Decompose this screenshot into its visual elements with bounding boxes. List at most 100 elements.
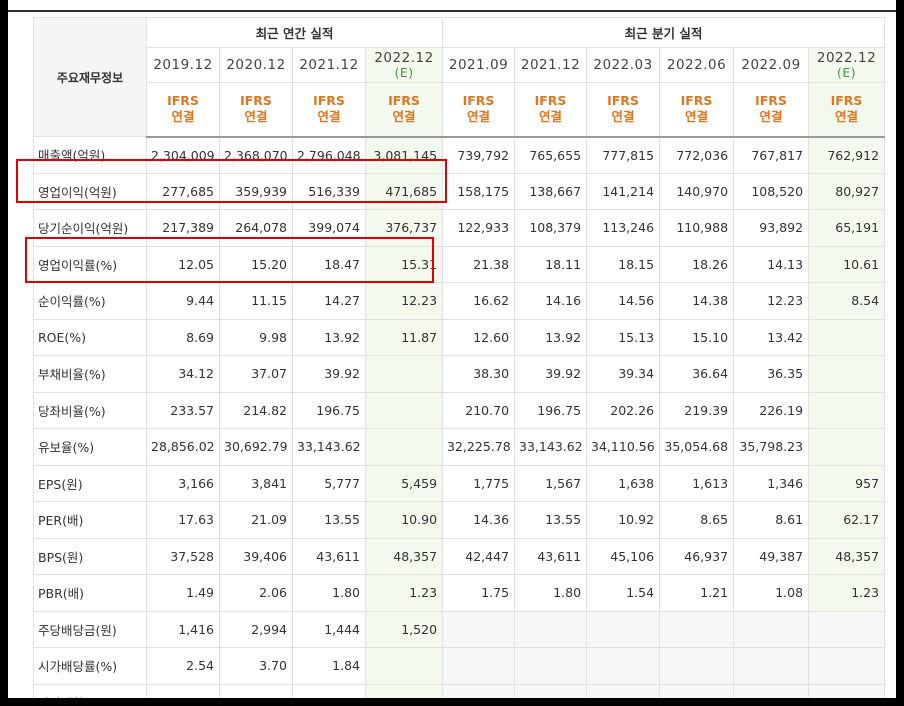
table-cell: 767,817 [733,136,810,174]
table-cell: 1.80 [292,574,366,612]
row-label: 당좌비율(%) [33,391,147,429]
period-header: 2019.12 [146,47,220,83]
table-cell: 43,611 [514,537,588,575]
accounting-standard-header: IFRS 연결 [292,82,366,138]
table-cell: 14.27 [292,282,366,320]
consolidated-label: 연결 [171,109,195,125]
period-header: 2021.09 [442,47,516,83]
estimate-marker: (E) [836,65,857,80]
period-header: 2022.12 (E) [364,47,444,83]
ifrs-label: IFRS [313,93,345,109]
accounting-standard-header: IFRS 연결 [514,82,588,138]
table-cell: 14.56 [586,282,661,320]
period-date: 2021.12 [520,57,581,73]
table-cell: 1,775 [442,464,516,502]
table-cell: 42,447 [442,537,516,575]
table-cell: 1.80 [514,574,588,612]
table-cell: 46,937 [659,537,735,575]
table-cell [586,647,661,685]
accounting-standard-header: IFRS 연결 [733,82,810,138]
table-cell: 17.63 [146,501,220,539]
table-cell: 32,225.78 [442,428,516,466]
table-cell: 3,166 [146,464,220,502]
accounting-standard-header: IFRS 연결 [364,82,444,138]
table-cell: 10.92 [586,501,661,539]
period-header: 2020.12 [219,47,293,83]
period-date: 2022.09 [741,57,801,73]
estimate-marker: (E) [394,65,414,80]
table-cell: 1.23 [808,574,886,612]
table-cell: 113,246 [586,209,661,247]
table-cell [442,683,516,698]
table-cell [514,610,588,648]
table-cell [364,683,444,698]
table-cell: 12.23 [364,282,444,320]
ifrs-label: IFRS [830,93,863,109]
table-cell: 1.54 [586,574,661,612]
table-cell: 38.30 [442,355,516,393]
period-date: 2022.12 [816,50,877,66]
table-cell: 8.61 [733,501,810,539]
table-row: PER(배) 17.63 21.09 13.55 10.90 14.36 13.55 10.9… [33,501,886,539]
table-cell: 1,613 [659,464,735,502]
row-label: 시가배당률(%) [33,647,147,685]
period-header: 2022.09 [733,47,810,83]
table-cell [808,391,886,429]
table-cell: 214.82 [219,391,293,429]
consolidated-label: 연결 [392,109,416,125]
table-cell: 219.39 [659,391,735,429]
row-label: 부채비율(%) [33,355,147,393]
table-cell: 36.64 [659,355,735,393]
table-cell: 30,692.79 [219,428,293,466]
table-cell: 1.21 [659,574,735,612]
screenshot-frame: 주요재무정보 최근 연간 실적 최근 분기 실적 2019.12 2020.12 2021… [8,0,896,698]
accounting-standard-header: IFRS 연결 [659,82,735,138]
consolidated-label: 연결 [317,109,341,125]
row-label: BPS(원) [33,537,147,575]
table-cell [442,610,516,648]
table-cell: 39.92 [514,355,588,393]
consolidated-label: 연결 [611,109,635,125]
row-label: PER(배) [33,501,147,539]
row-label: 배당성향(%) [33,683,147,698]
consolidated-label: 연결 [685,109,709,125]
table-cell: 3,841 [219,464,293,502]
table-cell: 34.12 [146,355,220,393]
period-date: 2022.06 [666,57,727,73]
table-cell: 158,175 [442,172,516,210]
row-label: 순이익률(%) [33,282,147,320]
table-cell: 13.42 [733,318,810,356]
table-cell: 5,459 [364,464,444,502]
table-cell [364,647,444,685]
table-cell: 233.57 [146,391,220,429]
table-cell: 80,927 [808,172,886,210]
table-cell: 202.26 [586,391,661,429]
table-cell: 122,933 [442,209,516,247]
ifrs-label: IFRS [388,93,420,109]
table-cell: 93,892 [733,209,810,247]
table-cell: 1.75 [442,574,516,612]
table-cell: 14.13 [733,245,810,283]
table-cell: 196.75 [292,391,366,429]
period-date: 2022.03 [593,57,653,73]
table-row: BPS(원) 37,528 39,406 43,611 48,357 42,447 43,6… [33,537,886,575]
table-cell: 62.17 [808,501,886,539]
table-cell: 28,856.02 [146,428,220,466]
table-cell: 5,777 [292,464,366,502]
table-cell: 13.92 [292,318,366,356]
row-label: PBR(배) [33,574,147,612]
table-cell: 36.35 [733,355,810,393]
ifrs-label: IFRS [755,93,787,109]
table-cell: 10.90 [364,501,444,539]
period-header: 2022.03 [586,47,661,83]
header-label: 주요재무정보 [33,17,147,137]
table-row: 부채비율(%) 34.12 37.07 39.92 38.30 39.92 39.34 36.… [33,355,886,393]
row-label: EPS(원) [33,464,147,502]
period-date: 2021.09 [448,57,509,73]
table-cell: 210.70 [442,391,516,429]
table-cell [733,683,810,698]
table-row: ROE(%) 8.69 9.98 13.92 11.87 12.60 13.92 15.13 1… [33,318,886,356]
period-header: 2022.12 (E) [808,47,886,83]
table-cell [808,355,886,393]
table-cell: 762,912 [808,136,886,174]
